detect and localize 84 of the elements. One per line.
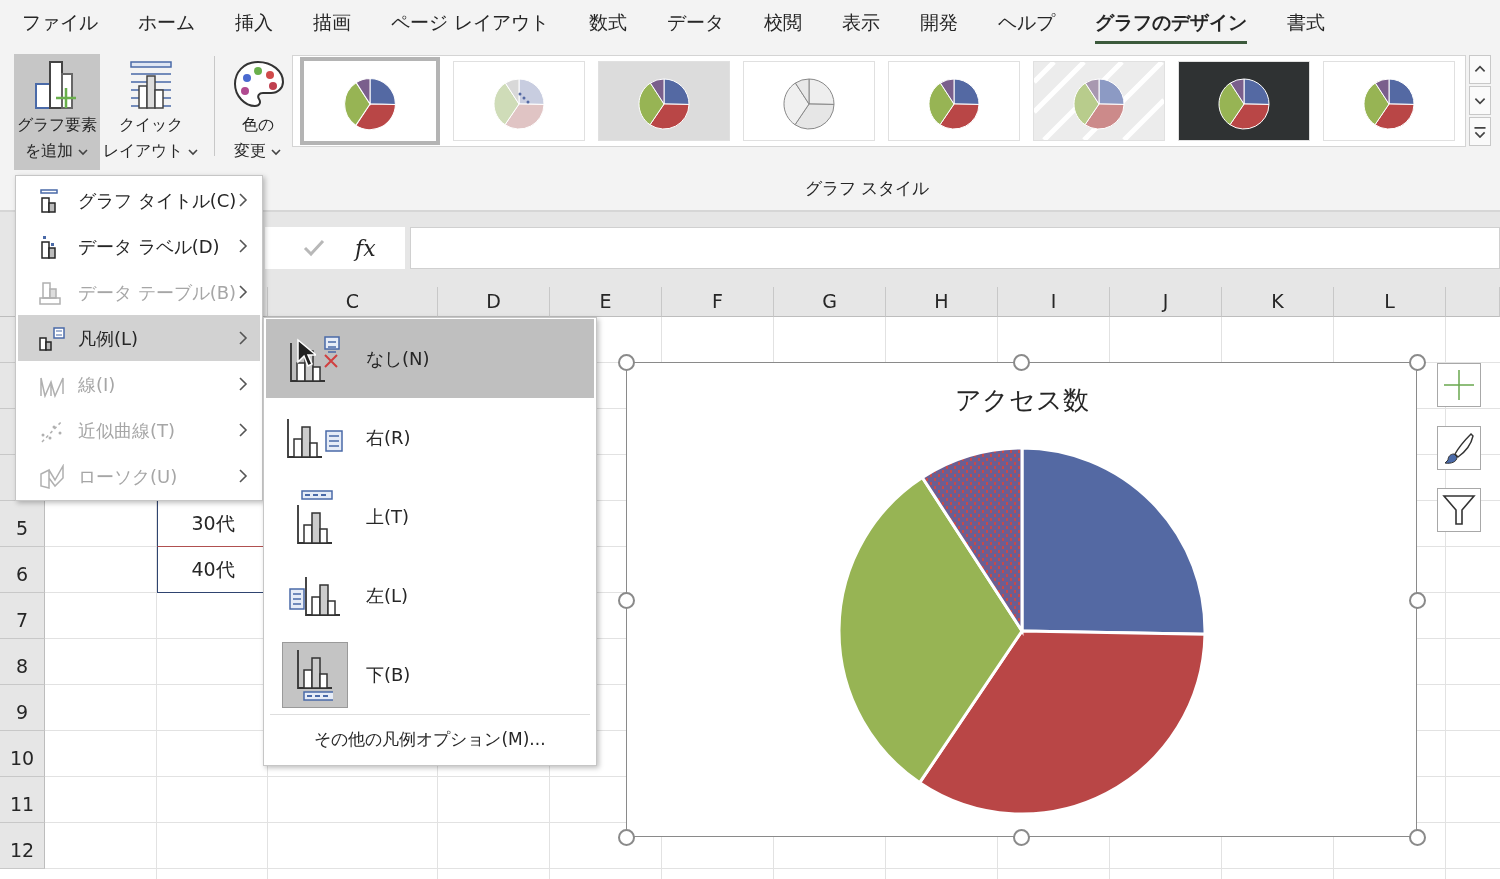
- chart-style-thumbnail[interactable]: [598, 61, 730, 141]
- expand-icon: [1473, 125, 1487, 138]
- chevron-right-icon: [238, 330, 248, 346]
- submenu-item[interactable]: 右(R): [266, 398, 594, 477]
- ribbon-tab[interactable]: 描画: [313, 4, 351, 44]
- ribbon-tab[interactable]: ヘルプ: [998, 4, 1056, 44]
- row-header[interactable]: 7: [0, 593, 45, 639]
- submenu-item[interactable]: なし(N): [266, 319, 594, 398]
- chevron-right-icon: [238, 376, 248, 392]
- chevron-right-icon: [238, 238, 248, 254]
- chart-style-thumbnail[interactable]: [743, 61, 875, 141]
- pie-chart-drawing[interactable]: [837, 446, 1206, 816]
- scroll-down-button[interactable]: [1469, 86, 1491, 115]
- column-header[interactable]: F: [662, 287, 774, 317]
- column-header[interactable]: K: [1222, 287, 1334, 317]
- legend-position-icon: [297, 489, 333, 544]
- row-header[interactable]: 10: [0, 731, 45, 777]
- ribbon-tab[interactable]: 開発: [920, 4, 959, 44]
- chevron-right-icon: [238, 192, 248, 208]
- ribbon-tab[interactable]: データ: [667, 4, 725, 44]
- ribbon-tab[interactable]: 挿入: [235, 4, 273, 44]
- chart-style-thumbnail[interactable]: [1323, 61, 1455, 141]
- submenu-item[interactable]: 上(T): [266, 477, 594, 556]
- formula-input-field[interactable]: [410, 227, 1500, 269]
- submenu-item[interactable]: 下(B): [266, 635, 594, 714]
- gallery-more-button[interactable]: [1469, 117, 1491, 146]
- insert-function-button[interactable]: fx: [355, 231, 376, 265]
- column-header[interactable]: C: [268, 287, 438, 317]
- chart-filter-button[interactable]: [1437, 488, 1481, 532]
- ribbon-button[interactable]: 色の 変更: [228, 54, 288, 168]
- menu-item[interactable]: その他の凡例オプション(M)...: [270, 714, 590, 764]
- row-header[interactable]: 6: [0, 547, 45, 593]
- column-header[interactable]: D: [438, 287, 550, 317]
- chart-title[interactable]: アクセス数: [954, 380, 1089, 420]
- chart-style-thumbnail[interactable]: [1033, 61, 1165, 141]
- ribbon-tab[interactable]: 校閲: [764, 4, 803, 44]
- row-header[interactable]: 12: [0, 823, 45, 869]
- row-header[interactable]: 8: [0, 639, 45, 685]
- menu-item[interactable]: 凡例(L): [18, 315, 260, 361]
- chart-style-thumbnail[interactable]: [1178, 61, 1310, 141]
- chart-element-icon: [38, 188, 60, 214]
- row-header[interactable]: 11: [0, 777, 45, 823]
- column-header[interactable]: H: [886, 287, 998, 317]
- row-header[interactable]: 9: [0, 685, 45, 731]
- column-header[interactable]: E: [550, 287, 662, 317]
- chevron-right-icon: [238, 422, 248, 438]
- group-label: グラフ スタイル: [805, 177, 930, 200]
- chart-style-thumbnail[interactable]: [888, 61, 1020, 141]
- caret-icon: [187, 147, 199, 156]
- chevron-right-icon: [238, 284, 248, 300]
- chart-area[interactable]: アクセス数: [626, 362, 1417, 837]
- ribbon-tab[interactable]: ページ レイアウト: [391, 4, 550, 44]
- column-header[interactable]: J: [1110, 287, 1222, 317]
- column-header[interactable]: L: [1334, 287, 1446, 317]
- ribbon-tab[interactable]: ファイル: [22, 4, 98, 44]
- column-header[interactable]: G: [774, 287, 886, 317]
- legend-position-icon: [287, 417, 343, 458]
- legend-position-icon: [297, 648, 333, 701]
- chart-styles-button[interactable]: [1437, 426, 1481, 470]
- row-header[interactable]: 5: [0, 501, 45, 547]
- mouse-pointer-icon: [296, 337, 316, 368]
- chevron-right-icon: [238, 468, 248, 484]
- ribbon-tab[interactable]: 表示: [842, 4, 881, 44]
- ribbon-tab[interactable]: 書式: [1287, 4, 1326, 44]
- ribbon-tab[interactable]: ホーム: [138, 4, 195, 44]
- chart-style-thumbnail[interactable]: [300, 57, 440, 145]
- legend-position-icon: [289, 575, 341, 616]
- scroll-up-button[interactable]: [1469, 55, 1491, 84]
- submenu-item[interactable]: 左(L): [266, 556, 594, 635]
- caret-icon: [270, 147, 282, 156]
- chart-element-icon: [38, 326, 66, 352]
- enter-check-icon[interactable]: [303, 239, 325, 257]
- ribbon-button[interactable]: グラフ要素 を追加: [14, 54, 100, 170]
- ribbon-tab[interactable]: グラフのデザイン: [1095, 4, 1248, 44]
- chart-element-icon: [38, 280, 62, 306]
- ribbon-tab[interactable]: 数式: [589, 4, 628, 44]
- chart-style-thumbnail[interactable]: [453, 61, 585, 141]
- chart-elements-button[interactable]: [1437, 363, 1481, 407]
- menu-item[interactable]: グラフ タイトル(C): [18, 177, 260, 223]
- caret-icon: [77, 147, 89, 156]
- chart-element-icon: [38, 464, 66, 490]
- ribbon-button[interactable]: クイック レイアウト: [100, 54, 202, 168]
- column-header[interactable]: I: [998, 287, 1110, 317]
- menu-item[interactable]: データ ラベル(D): [18, 223, 260, 269]
